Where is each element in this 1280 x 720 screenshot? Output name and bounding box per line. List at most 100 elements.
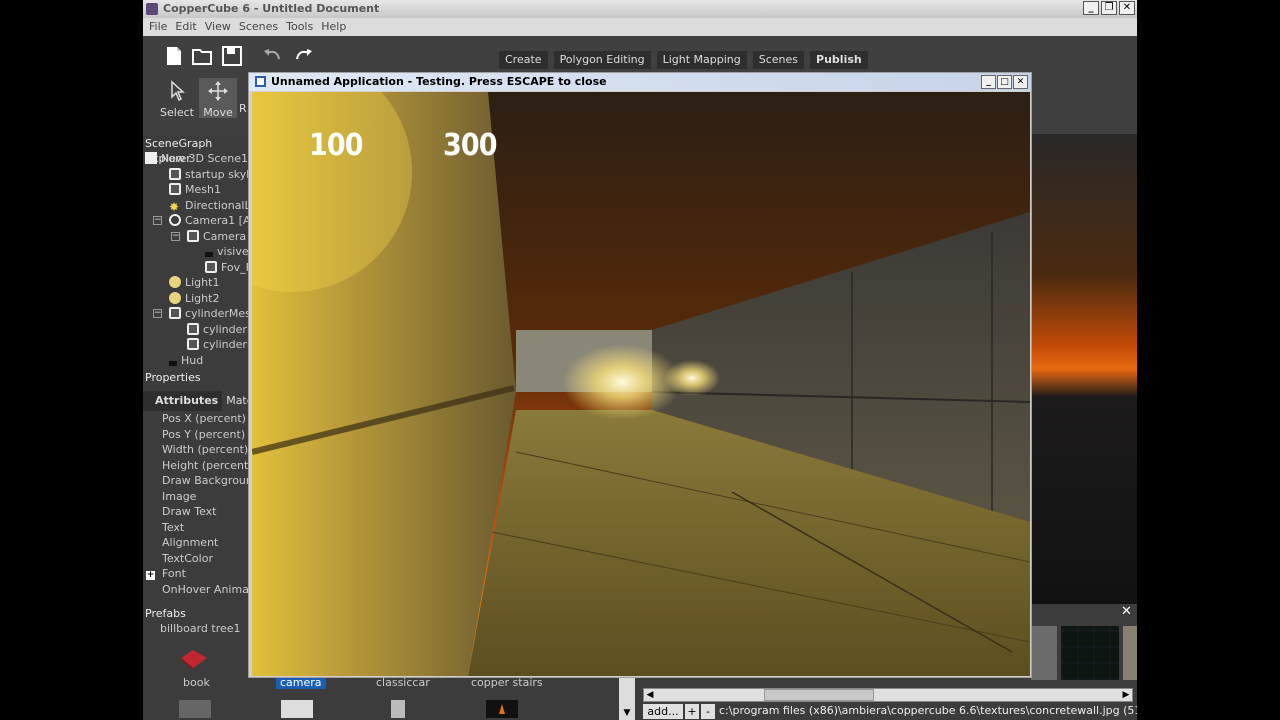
3d-viewport[interactable] [1031,134,1137,604]
property-label: Image [162,489,197,503]
menu-tools[interactable]: Tools [284,18,319,36]
scenegraph-title: SceneGraph Explorer [145,137,213,165]
property-label: Pos Y (percent) [162,427,246,441]
hud-score-right: 300 [442,128,498,163]
property-row[interactable]: Draw Text [143,504,248,520]
properties-panel: Properties Attributes Mate Pos X (percen… [143,370,260,602]
menu-edit[interactable]: Edit [173,18,202,36]
property-row[interactable]: Alignment [143,535,248,551]
menu-help[interactable]: Help [319,18,352,36]
new-document-icon[interactable] [163,45,185,67]
tree-collapse-icon[interactable]: − [171,231,180,241]
tree-item[interactable]: cylinderMe [143,322,248,338]
game-render-view[interactable]: 100 300 [252,92,1030,676]
expand-icon[interactable]: + [146,571,155,580]
plus-button[interactable]: + [685,704,699,719]
tree-item[interactable]: New 3D Scene1 [143,151,248,167]
property-label: TextColor [162,551,213,565]
property-row[interactable]: Image [143,489,248,505]
texture-panel-close-icon[interactable]: ✕ [1121,604,1132,619]
restore-button[interactable]: ❐ [1101,1,1117,15]
tree-item-label: Camera1 [Act [185,214,248,227]
cube-icon [187,338,199,350]
prefab-thumbnail[interactable] [179,700,211,718]
tab-light-mapping[interactable]: Light Mapping [656,51,747,69]
menu-view[interactable]: View [203,18,237,36]
undo-icon[interactable] [261,45,283,67]
tab-create[interactable]: Create [499,51,548,69]
move-tool-label: Move [203,106,233,119]
prefab-thumbnail[interactable] [281,700,313,718]
scroll-right-arrow[interactable]: ▶ [1120,689,1132,701]
tree-item[interactable]: visive [143,244,248,260]
property-row[interactable]: Pos X (percent) [143,411,248,427]
prefabs-title: Prefabs [145,607,186,620]
texture-thumbnail[interactable] [1031,626,1057,680]
tree-item[interactable]: Mesh1 [143,182,248,198]
property-row[interactable]: Text [143,520,248,536]
tree-item[interactable]: ✸ DirectionalLigh [143,198,248,214]
tree-item[interactable]: startup skybo [143,167,248,183]
texture-thumbnail[interactable] [1061,626,1119,680]
texture-path: c:\program files (x86)\ambiera\coppercub… [719,704,1137,717]
prefab-billboard-tree[interactable]: billboard tree1 [160,622,241,635]
tree-item[interactable]: Hud [143,353,248,369]
open-folder-icon[interactable] [191,45,213,67]
cube-icon [205,260,217,273]
cube-icon [169,307,181,319]
prefab-thumbnail[interactable] [391,700,405,718]
texture-thumbnail[interactable] [1123,626,1137,680]
property-row[interactable]: OnHover Animate [143,582,260,598]
property-label: Draw Text [162,505,217,518]
tree-item[interactable]: − Camera1 [Act [143,213,248,229]
tree-item[interactable]: Fov_P [143,260,248,276]
prefab-thumbnail[interactable] [486,700,518,718]
tree-collapse-icon[interactable]: − [153,216,162,225]
add-texture-button[interactable]: add... [643,704,683,719]
minimize-button[interactable]: _ [1083,1,1099,15]
scenegraph-explorer: SceneGraph Explorer New 3D Scene1 startup… [143,136,248,368]
tree-item[interactable]: cylinderMe [143,337,248,353]
game-maximize-button[interactable]: □ [997,75,1012,89]
scroll-down-arrow[interactable]: ▼ [619,706,635,720]
tree-item[interactable]: Light1 [143,275,248,291]
tree-item-label: Fov_P [221,260,248,274]
book-thumbnail[interactable] [179,648,209,673]
prefabs-scrollbar[interactable]: ▼ [619,678,635,720]
property-row[interactable]: Draw Background [143,473,260,489]
property-row[interactable]: Width (percent) [143,442,248,458]
game-minimize-button[interactable]: _ [981,75,996,89]
close-button[interactable]: ✕ [1119,1,1135,15]
property-row[interactable]: Height (percent) [143,458,253,474]
tree-item-label: Light2 [185,291,220,305]
rotate-tool-label: R [239,102,247,115]
tree-item[interactable]: − cylinderMesh1 [143,306,248,322]
texture-scrollbar[interactable]: ◀ ▶ [643,688,1133,702]
tab-publish[interactable]: Publish [810,51,868,69]
redo-icon[interactable] [293,45,315,67]
select-tool-button[interactable]: Select [158,78,196,119]
tree-item-label: Camera c [203,229,248,243]
minus-button[interactable]: - [701,704,715,719]
property-row[interactable]: TextColor [143,551,248,567]
property-label: Draw Background [162,474,260,487]
tree-item-label: Hud [181,353,204,367]
tab-scenes[interactable]: Scenes [752,51,805,69]
tab-attributes[interactable]: Attributes [143,391,223,411]
tree-item[interactable]: − Camera c [143,229,248,245]
tree-item[interactable]: Light2 [143,291,248,307]
prefab-book[interactable]: book [183,676,210,689]
scrollbar-thumb[interactable] [764,689,874,701]
tab-polygon-editing[interactable]: Polygon Editing [553,51,651,69]
property-row[interactable]: + Font [143,566,248,582]
save-icon[interactable] [221,45,243,67]
property-label: Font [162,567,186,580]
property-row[interactable]: Pos Y (percent) [143,427,248,443]
menu-file[interactable]: File [147,18,173,36]
menu-scenes[interactable]: Scenes [237,18,284,36]
scroll-left-arrow[interactable]: ◀ [644,689,656,701]
move-tool-button[interactable]: Move [199,78,237,119]
page-icon [145,152,157,164]
game-close-button[interactable]: ✕ [1013,75,1028,89]
tree-collapse-icon[interactable]: − [153,309,162,318]
